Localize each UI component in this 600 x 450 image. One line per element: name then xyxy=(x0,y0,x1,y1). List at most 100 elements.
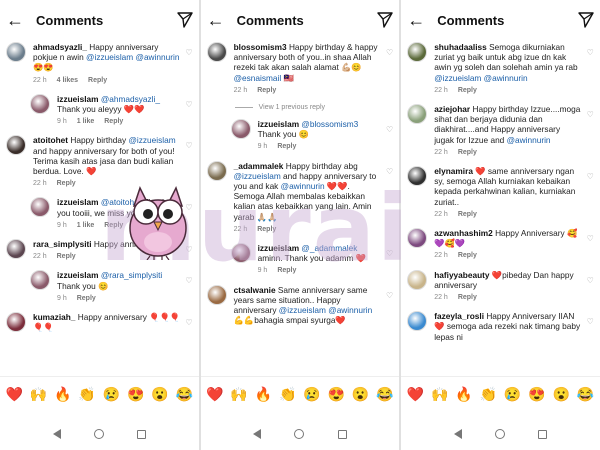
nav-home-icon[interactable] xyxy=(93,429,104,439)
like-heart-icon[interactable]: ♡ xyxy=(587,234,594,243)
avatar[interactable] xyxy=(230,119,251,140)
comment-username[interactable]: rara_simplysiti xyxy=(33,239,92,249)
like-heart-icon[interactable]: ♡ xyxy=(587,110,594,119)
emoji-reaction-button[interactable]: 😍 xyxy=(126,386,146,403)
emoji-reaction-button[interactable]: 🔥 xyxy=(253,386,273,403)
mention-link[interactable]: @esnaismail xyxy=(234,73,282,83)
comment-username[interactable]: shuhadaaliss xyxy=(434,42,487,52)
like-heart-icon[interactable]: ♡ xyxy=(587,317,594,326)
reply-button[interactable]: Reply xyxy=(458,251,477,261)
emoji-reaction-button[interactable]: 👏 xyxy=(478,386,498,403)
nav-recents-icon[interactable] xyxy=(337,429,347,439)
avatar[interactable] xyxy=(6,312,26,333)
mention-link[interactable]: @atoitohet xyxy=(101,197,141,207)
like-heart-icon[interactable]: ♡ xyxy=(185,203,192,212)
reply-button[interactable]: Reply xyxy=(277,266,296,276)
send-icon[interactable] xyxy=(578,12,594,28)
emoji-reaction-button[interactable]: 😂 xyxy=(375,386,395,403)
comment-username[interactable]: izzueislam xyxy=(258,243,300,253)
avatar[interactable] xyxy=(407,311,428,332)
reply-button[interactable]: Reply xyxy=(77,294,96,304)
mention-link[interactable]: @izzueislam xyxy=(86,52,133,62)
avatar[interactable] xyxy=(407,269,428,290)
reply-button[interactable]: Reply xyxy=(88,76,107,86)
back-arrow-icon[interactable]: ← xyxy=(407,11,425,29)
comment-username[interactable]: ahmadsyazli_ xyxy=(33,42,87,52)
avatar[interactable] xyxy=(206,284,227,305)
comment-username[interactable]: izzueislam xyxy=(57,94,99,104)
mention-link[interactable]: @_adammalek xyxy=(301,243,357,253)
mention-link[interactable]: @rara_simplysiti xyxy=(101,270,162,280)
avatar[interactable] xyxy=(6,42,26,62)
mention-link[interactable]: @izzueislam xyxy=(128,135,175,145)
mention-link[interactable]: @izzueislam xyxy=(434,73,481,83)
emoji-reaction-button[interactable]: 😍 xyxy=(527,386,547,403)
likes-count[interactable]: 4 likes xyxy=(57,76,78,86)
emoji-reaction-button[interactable]: 😮 xyxy=(551,386,571,403)
comment-username[interactable]: ctsalwanie xyxy=(234,285,276,295)
view-replies-link[interactable]: View 1 previous reply xyxy=(201,104,400,111)
like-heart-icon[interactable]: ♡ xyxy=(386,125,393,134)
mention-link[interactable]: @awinnurin xyxy=(136,52,180,62)
reply-button[interactable]: Reply xyxy=(57,179,76,189)
comment-username[interactable]: aziejohar xyxy=(434,104,470,114)
avatar[interactable] xyxy=(206,42,227,62)
comment-username[interactable]: fazeyla_rosli xyxy=(434,311,484,321)
nav-home-icon[interactable] xyxy=(494,429,505,439)
comment-username[interactable]: atoitohet xyxy=(33,135,68,145)
like-heart-icon[interactable]: ♡ xyxy=(587,172,594,181)
comment-username[interactable]: izzueislam xyxy=(258,119,300,129)
comment-username[interactable]: hafiyyabeauty xyxy=(434,270,489,280)
emoji-reaction-button[interactable]: ❤️ xyxy=(4,386,24,403)
mention-link[interactable]: @awinnurin xyxy=(507,135,551,145)
reply-button[interactable]: Reply xyxy=(257,225,276,235)
nav-back-icon[interactable] xyxy=(253,429,262,439)
likes-count[interactable]: 1 like xyxy=(77,117,95,127)
reply-button[interactable]: Reply xyxy=(104,221,123,231)
emoji-reaction-button[interactable]: ❤️ xyxy=(405,386,425,403)
emoji-reaction-button[interactable]: 😂 xyxy=(174,386,194,403)
nav-back-icon[interactable] xyxy=(453,429,462,439)
like-heart-icon[interactable]: ♡ xyxy=(185,141,192,150)
back-arrow-icon[interactable]: ← xyxy=(207,11,225,29)
like-heart-icon[interactable]: ♡ xyxy=(386,167,393,176)
emoji-reaction-button[interactable]: ❤️ xyxy=(205,386,225,403)
mention-link[interactable]: @izzueislam xyxy=(279,305,326,315)
like-heart-icon[interactable]: ♡ xyxy=(386,291,393,300)
like-heart-icon[interactable]: ♡ xyxy=(587,48,594,57)
comment-username[interactable]: kumaziah_ xyxy=(33,312,75,322)
avatar[interactable] xyxy=(407,104,428,125)
reply-button[interactable]: Reply xyxy=(458,293,477,303)
reply-button[interactable]: Reply xyxy=(458,148,477,158)
reply-button[interactable]: Reply xyxy=(104,117,123,127)
emoji-reaction-button[interactable]: 🔥 xyxy=(454,386,474,403)
like-heart-icon[interactable]: ♡ xyxy=(185,48,192,57)
like-heart-icon[interactable]: ♡ xyxy=(185,318,192,327)
like-heart-icon[interactable]: ♡ xyxy=(386,249,393,258)
nav-back-icon[interactable] xyxy=(52,429,61,439)
emoji-reaction-button[interactable]: 😍 xyxy=(326,386,346,403)
reply-button[interactable]: Reply xyxy=(458,86,477,96)
emoji-reaction-button[interactable]: 😢 xyxy=(302,386,322,403)
emoji-reaction-button[interactable]: 😢 xyxy=(101,386,121,403)
like-heart-icon[interactable]: ♡ xyxy=(386,48,393,57)
avatar[interactable] xyxy=(206,160,227,181)
comment-username[interactable]: azwanhashim2 xyxy=(434,228,493,238)
comment-username[interactable]: blossomism3 xyxy=(234,42,287,52)
reply-button[interactable]: Reply xyxy=(57,252,76,262)
nav-recents-icon[interactable] xyxy=(538,429,548,439)
emoji-reaction-button[interactable]: 👏 xyxy=(278,386,298,403)
likes-count[interactable]: 1 like xyxy=(77,221,95,231)
emoji-reaction-button[interactable]: 🙌 xyxy=(28,386,48,403)
avatar[interactable] xyxy=(30,197,50,218)
like-heart-icon[interactable]: ♡ xyxy=(185,100,192,109)
mention-link[interactable]: @awinnurin xyxy=(281,181,325,191)
send-icon[interactable] xyxy=(377,12,393,28)
comment-username[interactable]: izzueislam xyxy=(57,197,99,207)
emoji-reaction-button[interactable]: 🔥 xyxy=(53,386,73,403)
emoji-reaction-button[interactable]: 😢 xyxy=(503,386,523,403)
reply-button[interactable]: Reply xyxy=(257,86,276,96)
emoji-reaction-button[interactable]: 🙌 xyxy=(229,386,249,403)
avatar[interactable] xyxy=(6,239,26,260)
avatar[interactable] xyxy=(30,270,50,291)
